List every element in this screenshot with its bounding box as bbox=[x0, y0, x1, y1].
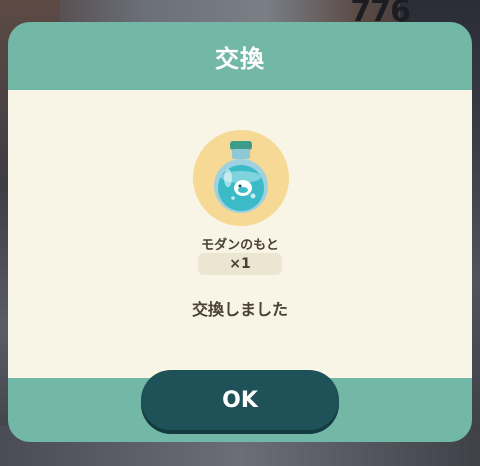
item-icon-circle bbox=[193, 130, 289, 226]
dialog-body: モダンのもと ×1 交換しました bbox=[8, 90, 472, 378]
game-screen: 776 交換 モダンのもと ×1 交換しました OK bbox=[0, 0, 480, 466]
exchange-dialog: 交換 モダンのもと ×1 交換しました OK bbox=[8, 22, 472, 442]
potion-bottle-icon bbox=[214, 141, 268, 213]
dialog-header: 交換 bbox=[8, 22, 472, 90]
item-name: モダンのもと bbox=[201, 238, 279, 253]
ok-button[interactable]: OK bbox=[141, 370, 339, 430]
dialog-title: 交換 bbox=[215, 44, 265, 73]
result-message: 交換しました bbox=[191, 300, 288, 319]
item-quantity: ×1 bbox=[198, 253, 282, 275]
